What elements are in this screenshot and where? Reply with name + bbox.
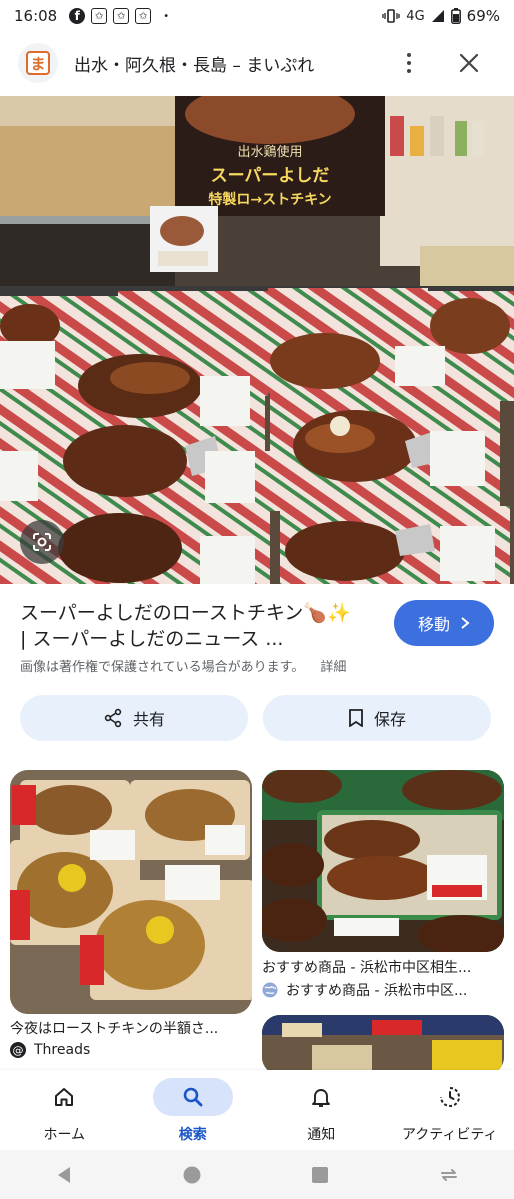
share-button[interactable]: 共有: [20, 695, 248, 741]
details-link[interactable]: 詳細: [320, 660, 346, 675]
nav-home-label: ホーム: [43, 1127, 86, 1143]
result-image[interactable]: 出水鶏使用 スーパーよしだ 特製ロ→ストチキン: [0, 96, 514, 584]
nav-search-label: 検索: [178, 1127, 207, 1143]
result-title-continued[interactable]: | スーパーよしだのニュース ...: [20, 626, 380, 652]
home-icon: [55, 1088, 74, 1106]
related-chicken-photo: [10, 770, 252, 1014]
nav-activity[interactable]: アクティビティ: [386, 1070, 514, 1150]
signal-icon: [431, 10, 444, 22]
bottom-navigation: ホーム 検索 通知 アクティビティ: [0, 1070, 514, 1150]
globe-icon: [262, 982, 278, 998]
related-result-image[interactable]: [262, 1015, 504, 1075]
nav-activity-label: アクティビティ: [401, 1127, 498, 1143]
app-notification-icon: ✩: [113, 8, 130, 24]
result-title[interactable]: スーパーよしだのローストチキン🍗✨: [20, 600, 380, 626]
sign-text-3: 特製ロ→ストチキン: [208, 191, 331, 208]
visit-button[interactable]: 移動: [394, 600, 494, 646]
related-result-image[interactable]: [262, 770, 504, 952]
related-store-photo: [262, 1015, 504, 1075]
rotate-icon[interactable]: [438, 1165, 460, 1185]
system-navigation-bar: [0, 1150, 514, 1199]
lens-icon: [33, 533, 51, 551]
threads-icon: @: [10, 1042, 26, 1058]
copyright-notice: 画像は著作権で保護されている場合があります。 詳細: [20, 656, 346, 675]
bell-icon: [312, 1089, 331, 1107]
roast-chicken-display-photo: 出水鶏使用 スーパーよしだ 特製ロ→ストチキン: [0, 96, 514, 584]
nav-search[interactable]: 検索: [129, 1070, 258, 1150]
app-notification-icon: ✩: [91, 8, 108, 24]
search-icon: [183, 1087, 203, 1107]
related-source-name: Threads: [34, 1042, 91, 1058]
related-source[interactable]: おすすめ商品 - 浜松市中区...: [262, 980, 506, 1000]
nav-notifications-label: 通知: [307, 1127, 336, 1143]
status-bar: 16:08 f ✩ ✩ ✩ • 4G 69%: [0, 0, 514, 32]
page-header: ま 出水・阿久根・長島 – まいぷれ: [0, 36, 514, 90]
battery-icon: [450, 8, 461, 24]
back-icon[interactable]: [54, 1165, 74, 1185]
page-title[interactable]: 出水・阿久根・長島 – まいぷれ: [74, 51, 314, 76]
bookmark-icon: [349, 709, 363, 727]
nav-notifications[interactable]: 通知: [257, 1070, 386, 1150]
sign-text-1: 出水鶏使用: [237, 144, 302, 160]
status-time: 16:08: [14, 7, 58, 25]
related-caption[interactable]: おすすめ商品 - 浜松市中区相生...: [262, 957, 506, 977]
google-lens-button[interactable]: [20, 520, 64, 564]
sign-text-2: スーパーよしだ: [211, 166, 330, 186]
activity-icon: [439, 1087, 460, 1107]
related-source-name: おすすめ商品 - 浜松市中区...: [286, 983, 468, 999]
site-favicon: ま: [18, 43, 58, 83]
share-label: 共有: [132, 710, 165, 729]
app-notification-icon: ✩: [135, 8, 152, 24]
facebook-notification-icon: f: [69, 8, 86, 24]
more-notifications-dot: •: [163, 10, 170, 22]
svg-text:@: @: [13, 1044, 24, 1057]
more-options-icon[interactable]: [398, 48, 420, 78]
related-result-image[interactable]: [10, 770, 252, 1014]
close-icon[interactable]: [456, 50, 482, 76]
copyright-text: 画像は著作権で保護されている場合があります。: [20, 660, 305, 675]
network-type: 4G: [406, 8, 425, 24]
related-caption[interactable]: 今夜はローストチキンの半額さ...: [10, 1018, 250, 1038]
nav-home[interactable]: ホーム: [0, 1070, 129, 1150]
recents-icon[interactable]: [310, 1165, 330, 1185]
chevron-right-icon: [461, 617, 470, 629]
share-icon: [104, 708, 122, 728]
battery-percent: 69%: [466, 7, 500, 25]
visit-label: 移動: [417, 615, 450, 634]
vibrate-icon: [382, 9, 400, 23]
save-label: 保存: [373, 710, 406, 729]
home-circle-icon[interactable]: [182, 1165, 202, 1185]
related-chicken-photo: [262, 770, 504, 952]
related-source[interactable]: @ Threads: [10, 1042, 90, 1058]
favicon-letter: ま: [26, 51, 50, 75]
save-button[interactable]: 保存: [263, 695, 491, 741]
